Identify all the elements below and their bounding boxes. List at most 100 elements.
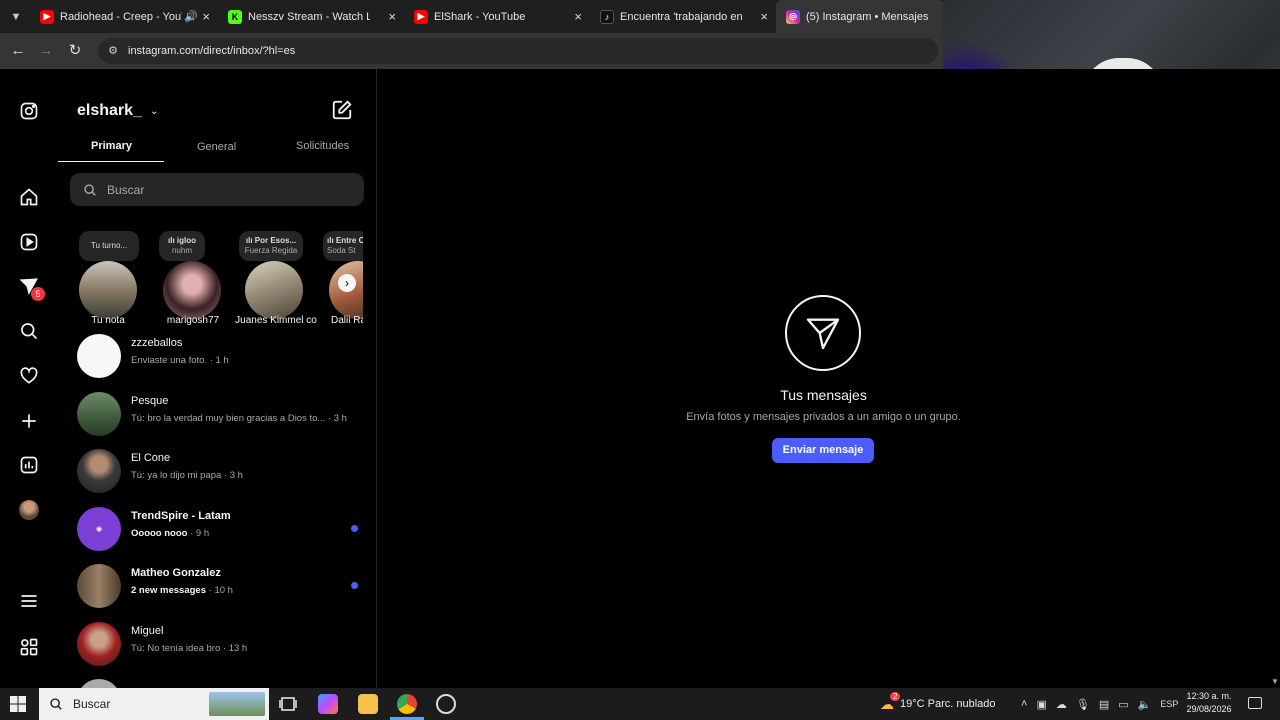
apps-icon[interactable] [17,635,41,659]
tab-general[interactable]: General [197,141,236,153]
account-name: elshark_ [77,102,142,119]
conversation-item[interactable] [77,677,367,688]
account-switcher[interactable]: elshark_ ⌄ [77,102,158,120]
messages-empty-state: Tus mensajes Envía fotos y mensajes priv… [377,69,1270,688]
conversation-item[interactable]: zzzeballos Enviaste una foto. · 1 h [77,332,367,380]
file-explorer-icon[interactable] [358,694,378,714]
browser-tab-1[interactable]: ▶ Radiohead - Creep - YouTube 🔊 × [30,0,218,33]
close-icon[interactable]: × [574,9,582,24]
avatar [163,261,221,319]
task-view-icon[interactable] [278,694,298,714]
taskbar-search-input[interactable]: Buscar [39,688,269,720]
language-indicator[interactable]: ESP [1160,699,1178,709]
chevron-up-icon[interactable]: ˄ [1021,698,1027,710]
conversation-item[interactable]: ◉ TrendSpire - Latam Ooooo nooo · 9 h [77,505,367,553]
inbox-panel: elshark_ ⌄ Primary General Solicitudes B… [57,69,377,688]
conversation-item[interactable]: El Cone Tú: ya lo dijo mi papa · 3 h [77,447,367,495]
back-icon[interactable]: ← [8,41,28,61]
microphone-icon[interactable]: 🎙 [1076,698,1090,711]
speaker-icon[interactable]: 🔊 [184,10,198,23]
close-icon[interactable]: × [202,9,210,24]
forward-icon[interactable]: → [36,41,56,61]
speaker-icon[interactable]: 🔈 [1138,698,1152,711]
browser-tab-3[interactable]: ▶ ElShark - YouTube × [404,0,590,33]
tab-search-chevron-icon[interactable]: ▼ [6,8,26,26]
weather-text: 19°C Parc. nublado [900,698,996,710]
browser-tab-4[interactable]: ♪ Encuentra 'trabajando en plata' × [590,0,776,33]
url-text: instagram.com/direct/inbox/?hl=es [128,45,296,57]
browser-tab-2[interactable]: K Nesszv Stream - Watch Live on Kick × [218,0,404,33]
tab-title: Radiohead - Creep - YouTube [60,10,182,23]
close-icon[interactable]: × [760,9,768,24]
chrome-icon[interactable] [397,694,417,714]
paper-plane-icon [785,295,861,371]
page-scrollbar[interactable]: ▼ [1270,69,1280,688]
search-input[interactable]: Buscar [70,173,364,206]
reels-icon[interactable] [17,230,41,254]
conversation-item[interactable]: Pesque Tú: bro la verdad muy bien gracia… [77,390,367,438]
note-bubble: ılı Entre C Soda St [323,231,363,261]
compose-icon[interactable] [331,99,353,121]
home-icon[interactable] [17,185,41,209]
search-icon[interactable] [17,319,41,343]
cloud-icon[interactable]: ☁ [1056,698,1067,711]
weather-badge: 2 [890,692,901,701]
menu-icon[interactable] [17,589,41,613]
avatar [77,564,121,608]
inbox-tabs: Primary General Solicitudes [57,137,376,163]
conversation-name: El Cone [131,452,171,464]
notes-row: Tu turno... Tu nota ılı igloo nuhm marig… [57,225,376,330]
conversation-preview: Tú: ya lo dijo mi papa · 3 h [131,470,243,481]
scroll-down-icon[interactable]: ▼ [1271,677,1279,686]
unread-dot [351,582,358,589]
copilot-icon[interactable] [318,694,338,714]
windows-taskbar: Buscar ☁ 2 19°C Parc. nublado ˄ ▣ ☁ 🎙 ▤ … [0,688,1280,720]
chevron-right-icon[interactable]: › [338,274,356,292]
usb-icon[interactable]: ▤ [1099,698,1109,711]
tab-title: ElShark - YouTube [434,10,526,23]
note-item[interactable]: ılı igloo nuhm marigosh77 [143,225,221,329]
note-artist: nuhm [171,246,192,255]
reload-icon[interactable]: ↻ [65,41,85,61]
network-icon[interactable]: ▭ [1118,698,1128,711]
conversation-preview: 2 new messages · 10 h [131,585,233,596]
notification-icon[interactable] [1248,697,1262,709]
note-item[interactable]: ılı Entre C Soda St Dalii Ra [311,225,363,329]
weather-widget[interactable]: ☁ 2 19°C Parc. nublado [880,688,996,720]
conversation-preview: Ooooo nooo · 9 h [131,528,209,539]
browser-tab-5-active[interactable]: ◎ (5) Instagram • Mensajes [776,0,944,33]
system-clock[interactable]: 12:30 a. m. 29/08/2026 [1178,690,1240,716]
avatar [77,622,121,666]
note-item[interactable]: Tu turno... Tu nota [57,225,139,329]
youtube-icon: ▶ [40,9,54,24]
dashboard-icon[interactable] [17,453,41,477]
search-icon [50,698,62,710]
instagram-logo-icon[interactable] [17,99,41,123]
avatar [245,261,303,319]
kick-icon: K [228,9,242,24]
send-message-button[interactable]: Enviar mensaje [772,438,874,463]
tab-solicitudes[interactable]: Solicitudes [296,140,349,152]
conversation-item[interactable]: Miguel Tú: No tenía idea bro · 13 h [77,620,367,668]
search-icon [84,183,96,196]
profile-avatar[interactable] [17,498,41,522]
tab-primary[interactable]: Primary [91,140,132,152]
conversation-item[interactable]: Matheo Gonzalez 2 new messages · 10 h [77,562,367,610]
tray-app-icon[interactable]: ▣ [1036,698,1046,711]
note-item[interactable]: ılı Por Esos... Fuerza Regida Juanes Kim… [227,225,317,329]
active-tab-indicator [58,161,164,162]
windows-start-icon[interactable] [10,696,26,712]
youtube-icon: ▶ [414,9,428,24]
site-info-icon[interactable]: ⚙ [106,44,120,58]
heart-icon[interactable] [17,364,41,388]
messages-badge: 5 [31,287,45,301]
tab-title: Encuentra 'trabajando en plata' [620,10,742,23]
empty-state-title: Tus mensajes [780,387,867,403]
conversation-name: Miguel [131,625,164,637]
create-plus-icon[interactable] [17,409,41,433]
note-artist: Soda St [327,246,356,255]
conversation-preview: Enviaste una foto. · 1 h [131,355,229,366]
close-icon[interactable]: × [388,9,396,24]
url-field[interactable]: ⚙ instagram.com/direct/inbox/?hl=es [98,38,938,64]
obs-icon[interactable] [436,694,456,714]
